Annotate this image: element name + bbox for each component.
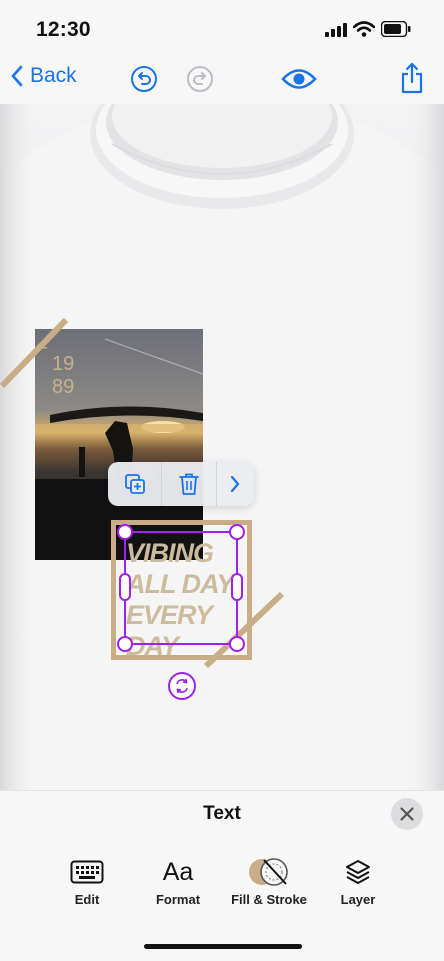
delete-button[interactable] <box>161 462 215 506</box>
tool-fill-stroke-label: Fill & Stroke <box>231 892 307 907</box>
battery-icon <box>380 20 411 42</box>
duplicate-icon <box>124 474 145 494</box>
layers-icon <box>346 860 370 884</box>
redo-button[interactable] <box>186 65 214 98</box>
chevron-right-icon <box>231 475 240 493</box>
signal-icon <box>325 23 347 42</box>
close-icon <box>400 807 414 821</box>
resize-handle-right <box>231 573 243 601</box>
rotate-icon <box>168 672 196 700</box>
redo-icon <box>187 66 213 92</box>
tool-format-label: Format <box>155 892 201 907</box>
share-button[interactable] <box>400 62 424 99</box>
trash-icon <box>179 473 199 495</box>
share-icon <box>401 62 423 94</box>
tool-layer-label: Layer <box>340 892 376 907</box>
chevron-left-icon <box>11 65 23 87</box>
undo-button[interactable] <box>130 65 158 98</box>
preview-button[interactable] <box>281 66 317 97</box>
home-indicator <box>144 944 302 949</box>
eye-icon <box>281 69 317 89</box>
close-panel-button[interactable] <box>391 798 423 830</box>
panel-title: Text <box>203 803 241 824</box>
undo-icon <box>131 66 157 92</box>
format-icon: Aa <box>162 857 194 886</box>
back-label: Back <box>30 64 77 87</box>
more-options-button[interactable] <box>215 462 254 506</box>
wifi-icon <box>352 21 376 42</box>
resize-handle-bottom-left <box>117 636 133 652</box>
decor-line-left <box>0 317 69 389</box>
resize-handle-top-right <box>229 524 245 540</box>
keyboard-icon <box>70 860 104 884</box>
tool-layer[interactable]: Layer <box>313 856 403 907</box>
resize-handle-left <box>119 573 131 601</box>
context-toolbar <box>108 462 254 506</box>
tool-fill-stroke[interactable]: Fill & Stroke <box>223 856 315 907</box>
rotate-handle[interactable] <box>167 671 197 706</box>
selection-box[interactable] <box>115 522 249 656</box>
tool-edit[interactable]: Edit <box>42 856 132 907</box>
back-button[interactable]: Back <box>10 64 77 88</box>
status-time: 12:30 <box>36 18 91 41</box>
tool-format[interactable]: Aa Format <box>133 856 223 908</box>
duplicate-button[interactable] <box>108 462 161 506</box>
fill-stroke-icon <box>249 858 288 886</box>
tool-edit-label: Edit <box>74 892 100 907</box>
resize-handle-top-left <box>117 524 133 540</box>
resize-handle-bottom-right <box>229 636 245 652</box>
